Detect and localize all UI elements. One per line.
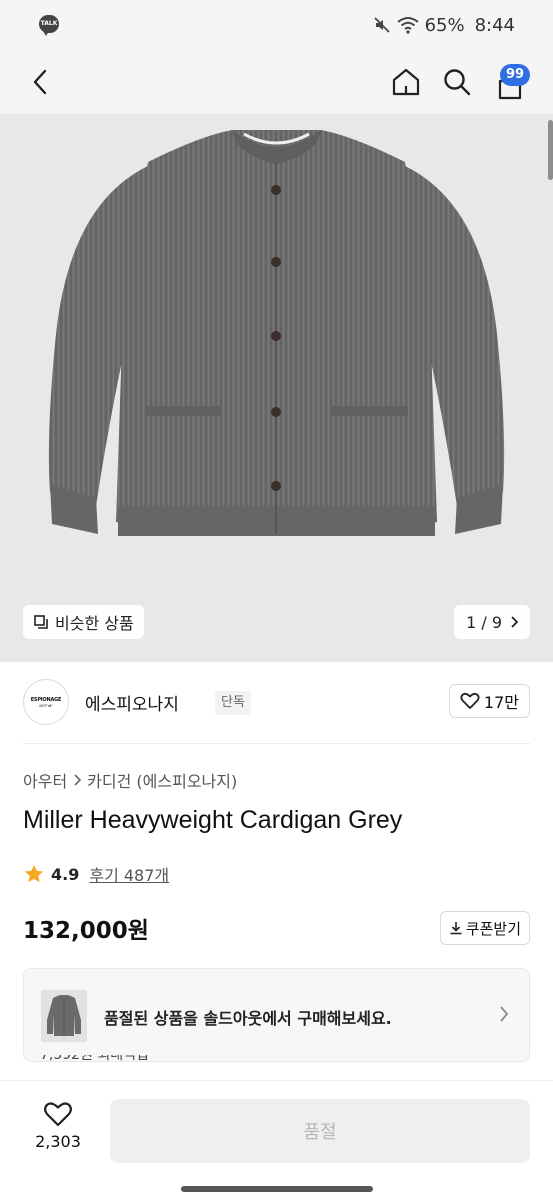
brand-name-link[interactable]: 에스피오나지 [85, 690, 179, 715]
brand-like-button[interactable]: 17만 [448, 684, 530, 718]
product-image-gallery[interactable]: 비슷한 상품 1 / 9 [0, 114, 553, 662]
brand-row: ESPIONAGE NOT"all" 에스피오나지 단독 17만 [23, 662, 530, 744]
heart-icon [460, 692, 480, 709]
search-icon [444, 69, 471, 96]
rating-value: 4.9 [51, 864, 80, 884]
status-bar: TALK 65% 8:44 [0, 0, 553, 52]
exclusive-tag: 단독 [215, 691, 251, 715]
breadcrumb: 아우터 카디건 (에스피오나지) [23, 768, 237, 792]
home-button[interactable] [386, 60, 426, 104]
cart-count-badge: 99 [500, 64, 530, 86]
cart-button[interactable]: 99 [490, 60, 530, 104]
clock: 8:44 [474, 14, 515, 36]
back-button[interactable] [20, 60, 60, 104]
kakaotalk-notification-icon: TALK [39, 15, 59, 36]
image-pager-button[interactable]: 1 / 9 [454, 605, 530, 639]
similar-products-button[interactable]: 비슷한 상품 [23, 605, 144, 639]
chevron-right-icon [511, 616, 518, 628]
soldout-thumbnail [41, 990, 87, 1042]
breadcrumb-category[interactable]: 아우터 [23, 768, 67, 792]
battery-percent: 65% [424, 14, 465, 36]
gesture-navigation-bar[interactable] [181, 1186, 373, 1192]
product-title: Miller Heavyweight Cardigan Grey [23, 806, 403, 834]
chevron-right-icon [500, 1006, 509, 1022]
points-text: 7,592원 최대적립 [40, 1055, 149, 1063]
reviews-link[interactable]: 후기 487개 [89, 862, 169, 886]
mute-icon [373, 17, 390, 33]
star-icon [24, 864, 44, 883]
search-button[interactable] [437, 60, 477, 104]
brand-like-count: 17만 [483, 693, 519, 712]
soldout-buy-button: 품절 [110, 1099, 530, 1163]
breadcrumb-subcategory[interactable]: 카디건 (에스피오나지) [87, 768, 237, 792]
brand-logo[interactable]: ESPIONAGE NOT"all" [23, 679, 69, 725]
wishlist-count: 2,303 [35, 1132, 81, 1151]
chevron-right-icon [74, 774, 82, 786]
coupon-label: 쿠폰받기 [465, 919, 521, 938]
app-header: 99 [0, 52, 553, 114]
bottom-action-bar: 2,303 품절 [0, 1080, 553, 1180]
wishlist-button[interactable]: 2,303 [22, 1101, 94, 1151]
chevron-left-icon [33, 69, 47, 95]
rating-row: 4.9 후기 487개 [23, 862, 169, 886]
product-image [48, 130, 505, 536]
product-price: 132,000원 [23, 918, 149, 944]
wifi-icon [396, 17, 419, 34]
home-icon [392, 68, 420, 96]
coupon-button[interactable]: 쿠폰받기 [439, 911, 530, 945]
brand-logo-text: ESPIONAGE [30, 696, 62, 703]
status-icons: 65% 8:44 [373, 12, 515, 38]
image-pager-label: 1 / 9 [466, 612, 502, 632]
scrollbar-thumb[interactable] [548, 120, 553, 180]
points-text-partial: 7,592원 최대적립 [40, 1055, 149, 1069]
copy-icon [34, 615, 48, 629]
heart-icon [44, 1102, 72, 1127]
download-icon [450, 922, 462, 935]
soldout-banner[interactable]: 품절된 상품을 솔드아웃에서 구매해보세요. [23, 968, 530, 1062]
similar-products-label: 비슷한 상품 [55, 614, 134, 633]
brand-logo-subtext: NOT"all" [39, 703, 53, 708]
soldout-banner-text: 품절된 상품을 솔드아웃에서 구매해보세요. [104, 1009, 392, 1028]
product-thumbnail-image [47, 995, 81, 1036]
